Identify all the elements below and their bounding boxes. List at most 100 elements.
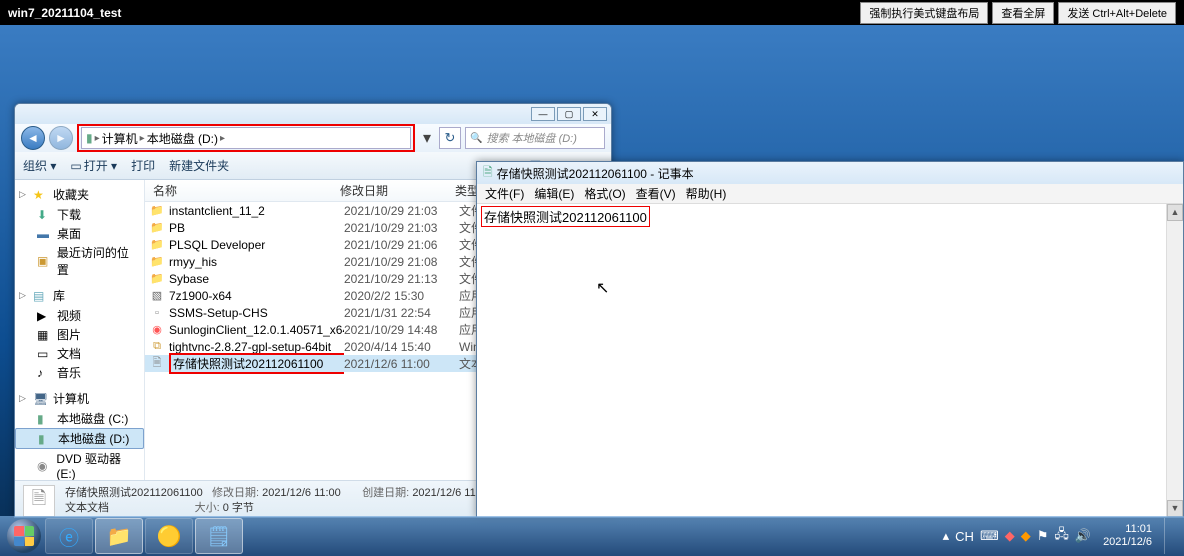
file-name: SSMS-Setup-CHS	[169, 306, 344, 320]
search-input[interactable]: 搜索 本地磁盘 (D:)	[465, 127, 605, 149]
vnc-fullscreen-button[interactable]: 查看全屏	[992, 2, 1054, 24]
notepad-title: 存储快照测试202112061100 - 记事本	[497, 165, 694, 182]
vnc-cad-button[interactable]: 发送 Ctrl+Alt+Delete	[1058, 2, 1176, 24]
folder-icon: 📁	[149, 272, 165, 285]
nav-back-button[interactable]: ◄	[21, 126, 45, 150]
breadcrumb[interactable]: ▮ ▸ 计算机 ▸ 本地磁盘 (D:) ▸	[81, 127, 411, 149]
minimize-button[interactable]: —	[531, 107, 555, 121]
explorer-titlebar[interactable]: — ▢ ✕	[15, 104, 611, 124]
organize-menu[interactable]: 组织 ▾	[23, 157, 56, 174]
picture-icon: ▦	[37, 328, 53, 342]
folder-icon: 📁	[149, 255, 165, 268]
file-name: Sybase	[169, 272, 344, 286]
open-menu[interactable]: ▭ 打开 ▾	[70, 157, 117, 174]
explorer-sidebar: ▷★收藏夹 ⬇下载 ▬桌面 ▣最近访问的位置 ▷▤库 ▶视频 ▦图片 ▭文档 ♪…	[15, 180, 145, 480]
refresh-button[interactable]: ↻	[439, 127, 461, 149]
column-date[interactable]: 修改日期	[340, 182, 455, 199]
vnc-keyboard-button[interactable]: 强制执行美式键盘布局	[860, 2, 988, 24]
tray-icon[interactable]: ◆	[1005, 528, 1015, 544]
file-date: 2021/10/29 21:03	[344, 204, 459, 218]
file-date: 2020/4/14 15:40	[344, 340, 459, 354]
sun-icon: ◉	[149, 323, 165, 336]
sidebar-item-pictures[interactable]: ▦图片	[15, 325, 144, 344]
notepad-textarea[interactable]: 存储快照测试202112061100 ▲ ▼	[477, 204, 1183, 517]
sidebar-item-recent[interactable]: ▣最近访问的位置	[15, 243, 144, 279]
sidebar-drive-c[interactable]: ▮本地磁盘 (C:)	[15, 409, 144, 428]
explorer-nav-row: ◄ ► ▮ ▸ 计算机 ▸ 本地磁盘 (D:) ▸ ▾ ↻ 搜索 本地磁盘 (D…	[15, 124, 611, 152]
tray-icon[interactable]: ◆	[1021, 528, 1031, 544]
sidebar-libraries[interactable]: ▷▤库	[15, 285, 144, 306]
action-center-icon[interactable]: ⚑	[1037, 528, 1049, 544]
sidebar-computer[interactable]: ▷🖥计算机	[15, 388, 144, 409]
scroll-down-icon[interactable]: ▼	[1167, 500, 1183, 517]
keyboard-icon[interactable]: ⌨	[980, 528, 999, 544]
notepad-titlebar[interactable]: 🗎 存储快照测试202112061100 - 记事本	[477, 162, 1183, 184]
file-name: instantclient_11_2	[169, 204, 344, 218]
ime-indicator[interactable]: CH	[955, 529, 974, 544]
app-icon: ▫	[149, 307, 165, 319]
file-date: 2021/10/29 21:13	[344, 272, 459, 286]
notepad-menubar: 文件(F) 编辑(E) 格式(O) 查看(V) 帮助(H)	[477, 184, 1183, 204]
volume-icon[interactable]: 🔊	[1075, 528, 1091, 544]
menu-edit[interactable]: 编辑(E)	[530, 185, 578, 202]
sidebar-item-documents[interactable]: ▭文档	[15, 344, 144, 363]
taskbar-notepad[interactable]: 🗒	[195, 518, 243, 554]
ie-icon: ⓔ	[59, 522, 79, 551]
menu-help[interactable]: 帮助(H)	[682, 185, 731, 202]
menu-format[interactable]: 格式(O)	[580, 185, 629, 202]
folder-icon: 📁	[149, 204, 165, 217]
start-button[interactable]	[4, 518, 44, 554]
notepad-window[interactable]: 🗎 存储快照测试202112061100 - 记事本 文件(F) 编辑(E) 格…	[476, 161, 1184, 518]
desktop[interactable]: — ▢ ✕ ◄ ► ▮ ▸ 计算机 ▸ 本地磁盘 (D:) ▸ ▾ ↻ 搜索 本…	[0, 25, 1184, 556]
drive-icon: ▮	[86, 131, 93, 145]
tray-up-icon[interactable]: ▴	[943, 528, 950, 544]
menu-view[interactable]: 查看(V)	[632, 185, 680, 202]
sidebar-item-videos[interactable]: ▶视频	[15, 306, 144, 325]
breadcrumb-dropdown[interactable]: ▾	[419, 128, 435, 148]
txt-icon: 🗎	[149, 354, 165, 373]
sidebar-item-music[interactable]: ♪音乐	[15, 363, 144, 382]
network-icon[interactable]: 🖧	[1054, 525, 1069, 547]
nav-forward-button[interactable]: ►	[49, 126, 73, 150]
breadcrumb-root[interactable]: 计算机	[102, 130, 138, 147]
computer-icon: 🖥	[33, 392, 49, 406]
open-icon: ▭	[70, 159, 81, 173]
breadcrumb-drive[interactable]: 本地磁盘 (D:)	[147, 130, 218, 147]
taskbar-ie[interactable]: ⓔ	[45, 518, 93, 554]
notepad-scrollbar[interactable]: ▲ ▼	[1166, 204, 1183, 517]
file-date: 2021/10/29 21:03	[344, 221, 459, 235]
newfolder-button[interactable]: 新建文件夹	[169, 157, 229, 174]
file-date: 2021/10/29 14:48	[344, 323, 459, 337]
taskbar-clock[interactable]: 11:01 2021/12/6	[1097, 523, 1158, 549]
taskbar-chrome[interactable]: 🟡	[145, 518, 193, 554]
video-icon: ▶	[37, 309, 53, 323]
sidebar-item-desktop[interactable]: ▬桌面	[15, 224, 144, 243]
notepad-icon: 🗒	[206, 524, 231, 549]
folder-icon: 📁	[149, 221, 165, 234]
maximize-button[interactable]: ▢	[557, 107, 581, 121]
breadcrumb-highlight: ▮ ▸ 计算机 ▸ 本地磁盘 (D:) ▸	[77, 124, 415, 152]
status-text: 存储快照测试202112061100 修改日期: 2021/12/6 11:00…	[65, 486, 491, 516]
sidebar-favorites[interactable]: ▷★收藏夹	[15, 184, 144, 205]
sidebar-drive-e[interactable]: ◉DVD 驱动器 (E:)	[15, 449, 144, 480]
column-name[interactable]: 名称	[145, 182, 340, 199]
file-name: 存储快照测试202112061100	[169, 353, 344, 374]
sidebar-drive-d[interactable]: ▮本地磁盘 (D:)	[15, 428, 144, 449]
file-date: 2021/1/31 22:54	[344, 306, 459, 320]
scroll-up-icon[interactable]: ▲	[1167, 204, 1183, 221]
windows-logo-icon	[7, 519, 41, 553]
show-desktop-button[interactable]	[1164, 518, 1174, 554]
drive-icon: ▮	[37, 412, 53, 426]
close-button[interactable]: ✕	[583, 107, 607, 121]
document-icon: ▭	[37, 347, 53, 361]
folder-icon: 📁	[149, 238, 165, 251]
breadcrumb-sep-icon: ▸	[140, 133, 145, 144]
print-button[interactable]: 打印	[131, 157, 155, 174]
recent-icon: ▣	[37, 254, 53, 268]
msi-icon: ⧉	[149, 340, 165, 353]
sidebar-item-downloads[interactable]: ⬇下载	[15, 205, 144, 224]
menu-file[interactable]: 文件(F)	[481, 185, 528, 202]
taskbar-explorer[interactable]: 📁	[95, 518, 143, 554]
notepad-icon: 🗎	[483, 163, 493, 184]
vnc-title: win7_20211104_test	[8, 6, 856, 20]
